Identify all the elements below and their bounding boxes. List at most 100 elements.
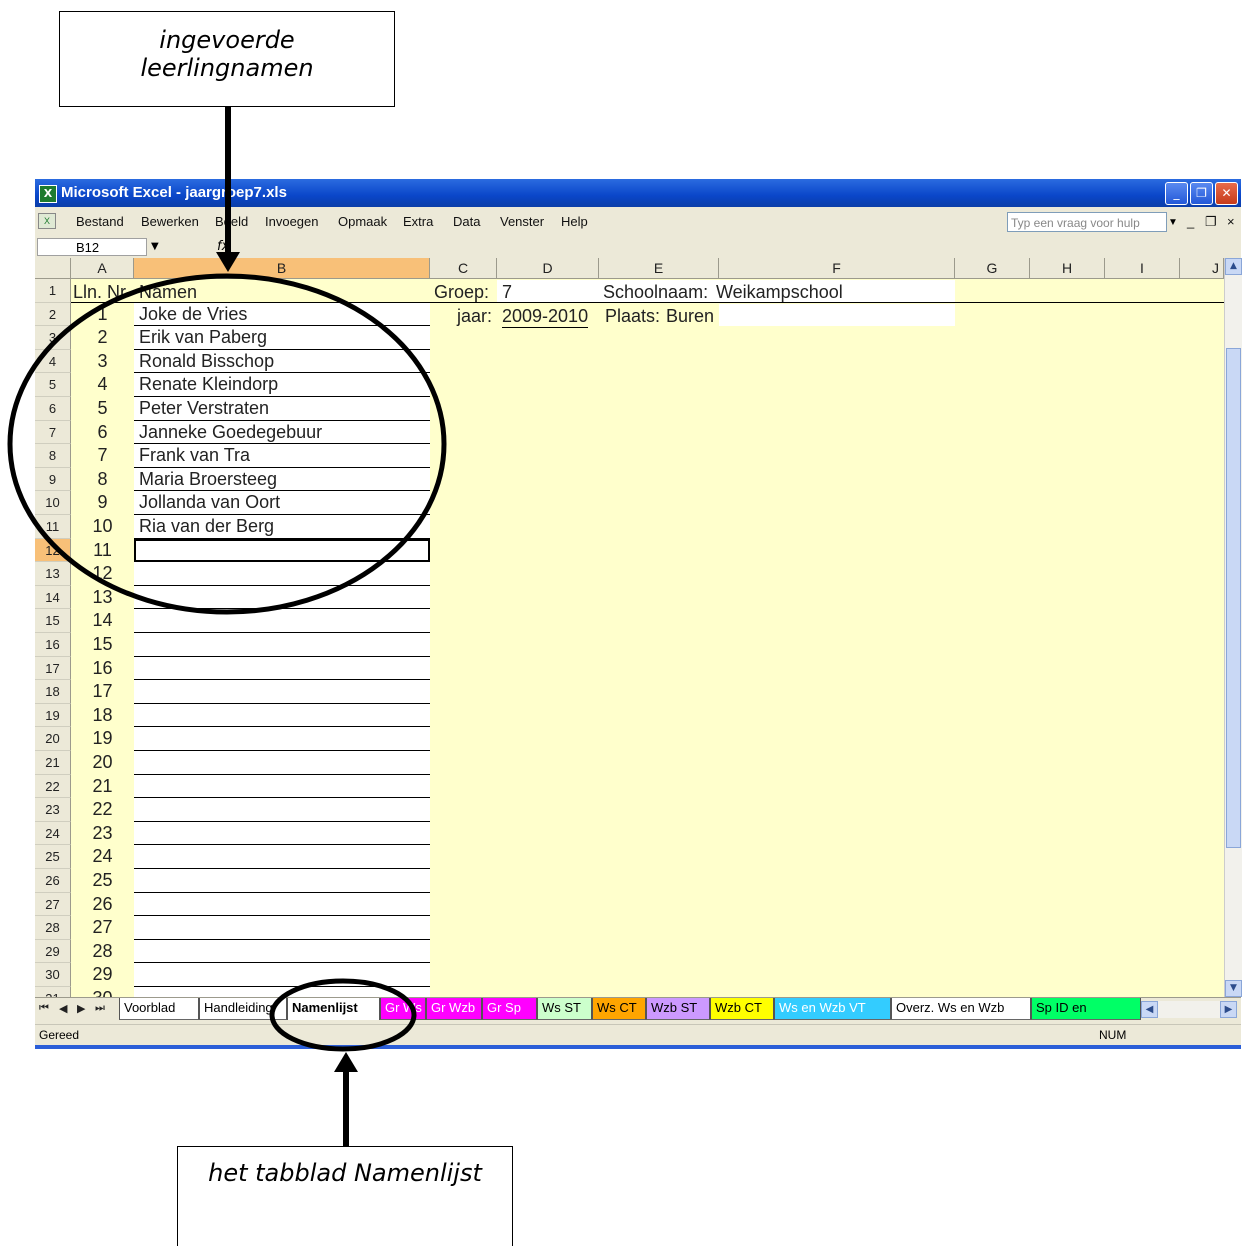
cell-name[interactable] <box>134 798 430 822</box>
sheet-tab-ws-st[interactable]: Ws ST <box>537 998 592 1020</box>
cell-name[interactable]: Renate Kleindorp <box>134 373 430 397</box>
cell-lln-nr[interactable]: 17 <box>71 680 134 704</box>
doc-minimize-button[interactable]: _ <box>1187 214 1194 229</box>
cell-lln-nr[interactable]: 6 <box>71 421 134 445</box>
first-sheet-icon[interactable]: ⏮ <box>39 1002 49 1015</box>
cell-lln-nr[interactable]: 30 <box>71 987 134 997</box>
cell-name[interactable] <box>134 869 430 893</box>
menu-help[interactable]: Help <box>561 214 588 229</box>
cell-lln-nr[interactable]: 7 <box>71 444 134 468</box>
active-cell-b12[interactable] <box>134 538 430 563</box>
cell-name[interactable] <box>134 892 430 917</box>
column-header-e[interactable]: E <box>599 258 719 279</box>
cell-lln-nr[interactable]: 15 <box>71 633 134 657</box>
sheet-tab-wzb-ct[interactable]: Wzb CT <box>710 998 774 1020</box>
doc-close-button[interactable]: × <box>1227 214 1235 229</box>
row-header[interactable]: 17 <box>35 656 71 681</box>
menu-data[interactable]: Data <box>453 214 480 229</box>
row-header[interactable]: 28 <box>35 916 71 940</box>
sheet-tab-voorblad[interactable]: Voorblad <box>119 998 199 1020</box>
row-header[interactable]: 11 <box>35 515 71 539</box>
minimize-button[interactable]: _ <box>1165 182 1188 205</box>
menu-bestand[interactable]: Bestand <box>76 214 124 229</box>
column-header-a[interactable]: A <box>71 258 134 279</box>
horizontal-scrollbar[interactable]: ◀ ▶ <box>1141 1001 1237 1018</box>
cell-name[interactable] <box>134 727 430 751</box>
row-header[interactable]: 18 <box>35 680 71 704</box>
cell-f2[interactable]: Buren <box>666 305 714 327</box>
sheet-tab-sp-id-en[interactable]: Sp ID en <box>1031 998 1141 1020</box>
cell-lln-nr[interactable]: 12 <box>71 562 134 586</box>
cell-name[interactable]: Maria Broersteeg <box>134 467 430 492</box>
workbook-icon[interactable]: X <box>38 213 56 229</box>
column-header-d[interactable]: D <box>497 258 599 279</box>
help-search-input[interactable]: Typ een vraag voor hulp <box>1007 212 1167 232</box>
cell-name[interactable]: Erik van Paberg <box>134 326 430 350</box>
cell-name[interactable] <box>134 963 430 987</box>
cell-name[interactable] <box>134 821 430 846</box>
menu-extra[interactable]: Extra <box>403 214 433 229</box>
select-all-corner[interactable] <box>35 258 71 279</box>
cell-lln-nr[interactable]: 25 <box>71 869 134 893</box>
cell-name[interactable]: Jollanda van Oort <box>134 491 430 515</box>
cell-name[interactable] <box>134 751 430 775</box>
doc-restore-button[interactable]: ❐ <box>1205 214 1217 230</box>
cell-lln-nr[interactable]: 20 <box>71 751 134 775</box>
cell-c1[interactable]: Groep: <box>434 281 489 303</box>
cell-lln-nr[interactable]: 8 <box>71 468 134 492</box>
close-button[interactable]: ✕ <box>1215 182 1238 205</box>
cell-name[interactable] <box>134 916 430 940</box>
sheet-tab-overz-ws-en-wzb[interactable]: Overz. Ws en Wzb <box>891 998 1031 1020</box>
sheet-tab-ws-ct[interactable]: Ws CT <box>592 998 646 1020</box>
row-header[interactable]: 15 <box>35 609 71 633</box>
cell-lln-nr[interactable]: 19 <box>71 727 134 751</box>
cell-lln-nr[interactable]: 9 <box>71 491 134 515</box>
row-header[interactable]: 8 <box>35 444 71 468</box>
row-header[interactable]: 3 <box>35 326 71 350</box>
cell-lln-nr[interactable]: 24 <box>71 845 134 869</box>
vertical-scrollbar[interactable]: ▲ ▼ <box>1224 258 1242 997</box>
column-header-c[interactable]: C <box>430 258 497 279</box>
restore-button[interactable]: ❐ <box>1190 182 1213 205</box>
name-box[interactable]: B12 <box>37 238 147 256</box>
cell-e1[interactable]: Schoolnaam: <box>603 281 708 303</box>
row-header[interactable]: 2 <box>35 302 71 327</box>
row-header[interactable]: 6 <box>35 397 71 421</box>
cell-lln-nr[interactable]: 22 <box>71 798 134 822</box>
cell-name[interactable] <box>134 987 430 997</box>
cell-name[interactable] <box>134 633 430 657</box>
cell-name[interactable] <box>134 845 430 869</box>
cell-lln-nr[interactable]: 18 <box>71 704 134 728</box>
cell-lln-nr[interactable]: 29 <box>71 963 134 987</box>
row-header[interactable]: 27 <box>35 892 71 917</box>
cell-lln-nr[interactable]: 28 <box>71 940 134 964</box>
row-header[interactable]: 29 <box>35 939 71 964</box>
cell-lln-nr[interactable]: 13 <box>71 586 134 610</box>
sheet-tab-wzb-st[interactable]: Wzb ST <box>646 998 710 1020</box>
row-header[interactable]: 12 <box>35 538 71 563</box>
cell-b1[interactable]: Namen <box>139 281 197 303</box>
cell-lln-nr[interactable]: 5 <box>71 397 134 421</box>
cell-name[interactable] <box>134 703 430 728</box>
sheet-tab-ws-en-wzb-vt[interactable]: Ws en Wzb VT <box>774 998 891 1020</box>
row-header[interactable]: 7 <box>35 420 71 445</box>
scroll-down-icon[interactable]: ▼ <box>1225 980 1242 997</box>
last-sheet-icon[interactable]: ⏭ <box>95 1002 105 1015</box>
scroll-thumb[interactable] <box>1226 348 1241 848</box>
row-header[interactable]: 1 <box>35 279 71 303</box>
excel-icon[interactable]: X <box>39 185 57 203</box>
column-header-f[interactable]: F <box>719 258 955 279</box>
menu-invoegen[interactable]: Invoegen <box>265 214 319 229</box>
cell-d2[interactable]: 2009-2010 <box>502 305 589 328</box>
cell-e2[interactable]: Plaats: <box>605 305 660 327</box>
row-header[interactable]: 24 <box>35 821 71 846</box>
cell-name[interactable] <box>134 680 430 704</box>
cell-name[interactable]: Ronald Bisschop <box>134 349 430 374</box>
sheet-tab-gr-ws[interactable]: Gr Ws <box>380 998 426 1020</box>
menu-venster[interactable]: Venster <box>500 214 544 229</box>
prev-sheet-icon[interactable]: ◀ <box>59 1002 67 1015</box>
menu-beeld[interactable]: Beeld <box>215 214 248 229</box>
cell-lln-nr[interactable]: 2 <box>71 326 134 350</box>
row-header[interactable]: 20 <box>35 727 71 751</box>
cell-lln-nr[interactable]: 23 <box>71 822 134 846</box>
